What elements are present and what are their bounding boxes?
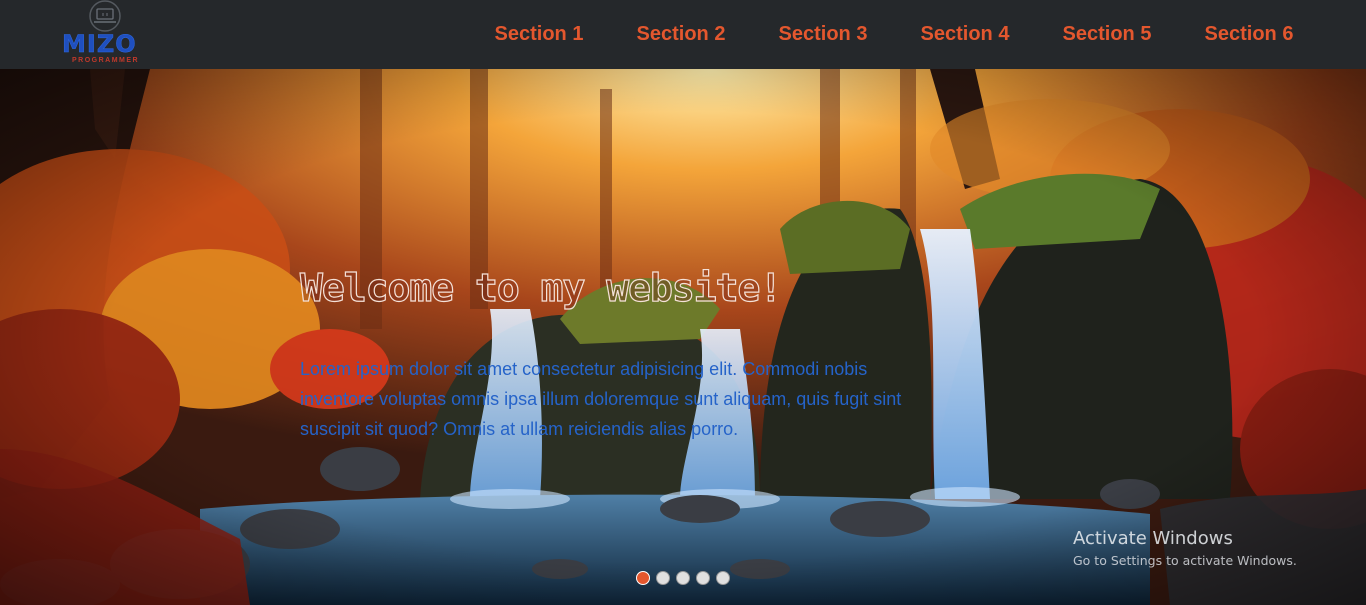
windows-activation-watermark: Activate Windows Go to Settings to activ… [1073,528,1297,568]
nav-link-section-3[interactable]: Section 3 [752,0,894,69]
nav-link-section-4[interactable]: Section 4 [894,0,1036,69]
slider-dot-1[interactable] [636,571,650,585]
hero-background-image [0,69,1366,605]
hero-description: Lorem ipsum dolor sit amet consectetur a… [300,359,902,439]
nav-link-section-5[interactable]: Section 5 [1036,0,1178,69]
navbar: MIZO PROGRAMMER Section 1 Section 2 Sect… [0,0,1366,69]
watermark-title: Activate Windows [1073,528,1233,549]
hero-title: Welcome to my website! [299,265,783,310]
nav-link-section-6[interactable]: Section 6 [1178,0,1320,69]
slider-pagination [636,571,730,585]
slider-dot-5[interactable] [716,571,730,585]
watermark-subtitle: Go to Settings to activate Windows. [1073,553,1297,568]
slider-dot-4[interactable] [696,571,710,585]
brand-tagline: PROGRAMMER [72,57,140,64]
brand-name: MIZO [62,30,137,59]
hero-slider: Welcome to my website! Lorem ipsum dolor… [0,69,1366,605]
main-nav: Section 1 Section 2 Section 3 Section 4 … [468,0,1320,69]
nav-link-section-2[interactable]: Section 2 [610,0,752,69]
laptop-icon [89,0,121,32]
brand-logo[interactable]: MIZO PROGRAMMER [58,0,158,69]
slider-dot-2[interactable] [656,571,670,585]
slider-dot-3[interactable] [676,571,690,585]
nav-link-section-1[interactable]: Section 1 [468,0,610,69]
